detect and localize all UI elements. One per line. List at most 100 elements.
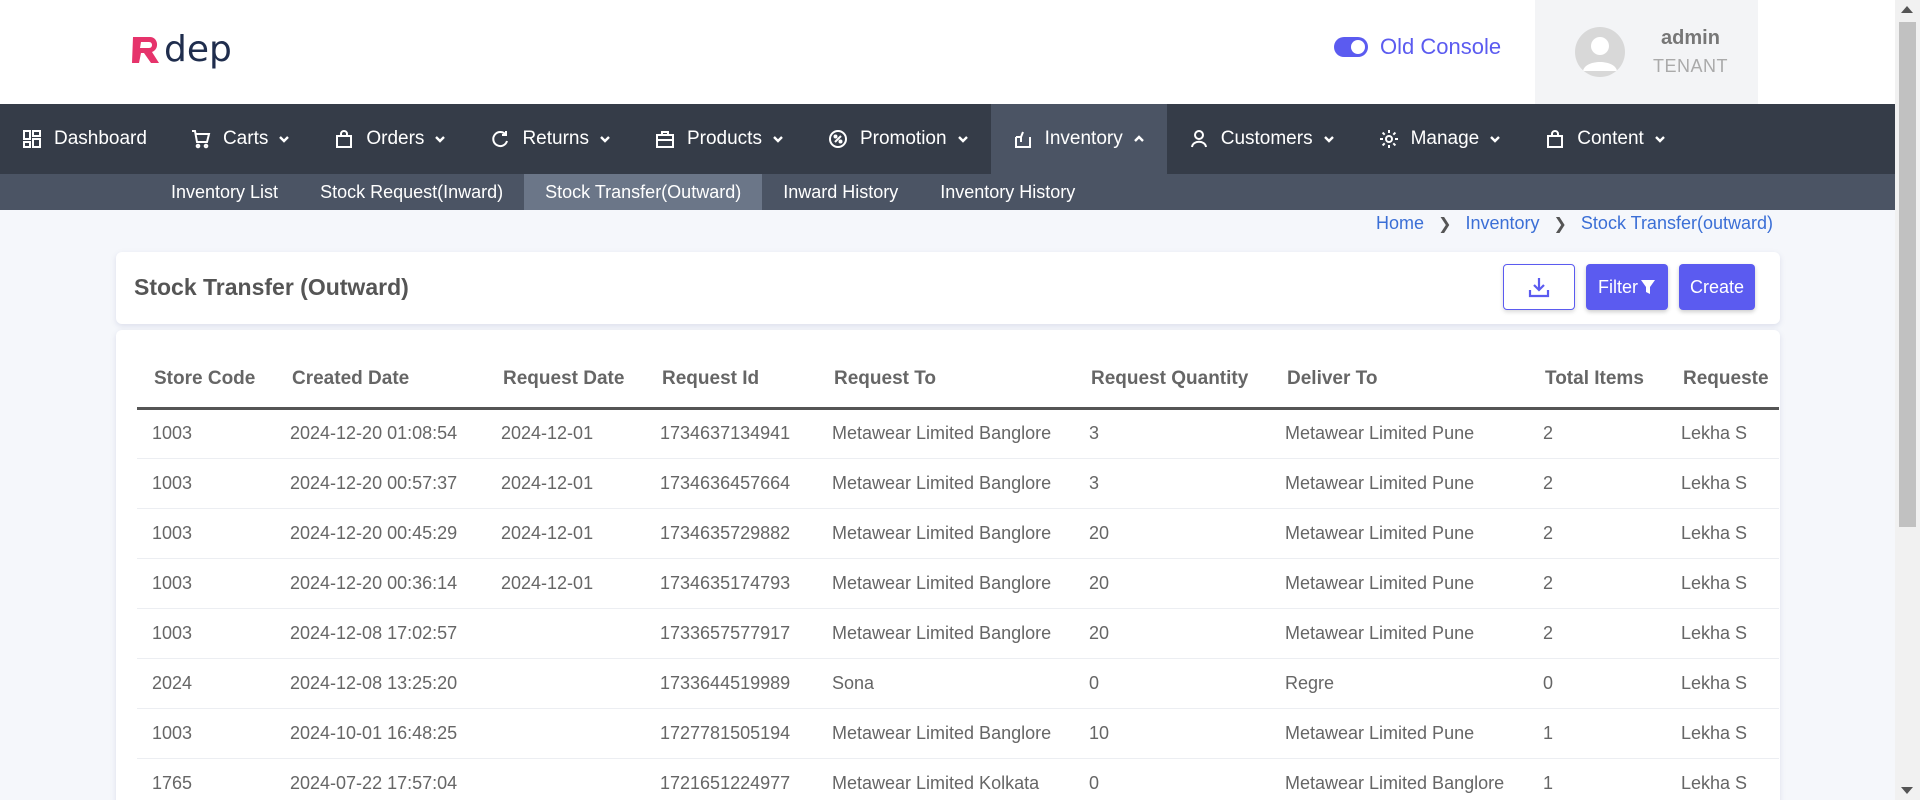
chevron-down-icon [772, 133, 784, 145]
table-cell: 2024-12-20 00:36:14 [275, 558, 486, 609]
breadcrumb-home[interactable]: Home [1376, 213, 1424, 234]
nav-item-inventory[interactable]: Inventory [990, 104, 1167, 174]
stock-transfer-table: Store Code Created Date Request Date Reques… [137, 352, 1779, 800]
subnav-stock-request[interactable]: Stock Request(Inward) [299, 174, 524, 210]
scroll-up-arrow-icon[interactable] [1901, 6, 1913, 13]
top-header: dep Old Console admin TENANT [0, 0, 1895, 104]
table-cell: Metawear Limited Banglore [817, 708, 1074, 759]
nav-item-customers[interactable]: Customers [1167, 104, 1357, 174]
subnav-inventory-history[interactable]: Inventory History [919, 174, 1096, 210]
scroll-thumb[interactable] [1899, 22, 1916, 527]
column-header[interactable]: Request To [817, 352, 1074, 410]
table-cell: 2024-12-01 [486, 508, 645, 559]
table-cell: 2 [1528, 458, 1666, 509]
nav-label: Orders [366, 128, 425, 149]
table-cell: 1721651224977 [645, 758, 817, 800]
scroll-down-arrow-icon[interactable] [1901, 787, 1913, 794]
chevron-right-icon: ❯ [1553, 215, 1567, 233]
table-card: Store Code Created Date Request Date Reques… [116, 330, 1780, 800]
chevron-down-icon [957, 133, 969, 145]
table-cell: 2 [1528, 508, 1666, 559]
table-cell: Lekha S [1666, 708, 1779, 759]
column-header[interactable]: Requeste [1666, 352, 1779, 410]
table-row[interactable]: 2024 2024-12-08 13:25:20 1733644519989 Sona… [137, 658, 1779, 709]
chevron-down-icon [278, 133, 290, 145]
table-row[interactable]: 1003 2024-12-20 00:57:37 2024-12-01 1734636… [137, 458, 1779, 509]
table-cell [486, 658, 645, 709]
subnav-stock-transfer[interactable]: Stock Transfer(Outward) [524, 174, 763, 210]
breadcrumb: Home ❯ Inventory ❯ Stock Transfer(outwar… [1376, 213, 1773, 234]
avatar-icon [1575, 27, 1625, 77]
nav-item-manage[interactable]: Manage [1357, 104, 1524, 174]
table-cell: Metawear Limited Banglore [817, 458, 1074, 509]
table-row[interactable]: 1003 2024-12-08 17:02:57 1733657577917 Meta… [137, 608, 1779, 659]
subnav-inventory-list[interactable]: Inventory List [150, 174, 299, 210]
column-header[interactable]: Created Date [275, 352, 486, 410]
column-header[interactable]: Request Quantity [1074, 352, 1270, 410]
table-cell: 0 [1074, 658, 1270, 709]
nav-item-carts[interactable]: Carts [169, 104, 312, 174]
briefcase-icon [655, 129, 675, 149]
table-cell [486, 758, 645, 800]
nav-item-dashboard[interactable]: Dashboard [0, 104, 169, 174]
table-row[interactable]: 1765 2024-07-22 17:57:04 1721651224977 Meta… [137, 758, 1779, 800]
nav-item-returns[interactable]: Returns [468, 104, 633, 174]
table-cell: Metawear Limited Banglore [817, 608, 1074, 659]
user-info: admin TENANT [1653, 27, 1728, 77]
toggle-switch[interactable] [1334, 37, 1368, 57]
create-button[interactable]: Create [1679, 264, 1755, 310]
logo[interactable]: dep [130, 30, 232, 70]
download-icon [1528, 278, 1550, 298]
table-row[interactable]: 1003 2024-12-20 00:45:29 2024-12-01 1734635… [137, 508, 1779, 559]
filter-button[interactable]: Filter [1586, 264, 1668, 310]
table-cell: 2 [1528, 558, 1666, 609]
page-scrollbar[interactable] [1895, 0, 1920, 800]
table-cell: 2024-12-20 00:57:37 [275, 458, 486, 509]
table-cell: Metawear Limited Pune [1270, 558, 1528, 609]
table-row[interactable]: 1003 2024-12-20 01:08:54 2024-12-01 1734637… [137, 408, 1779, 459]
column-header[interactable]: Store Code [137, 352, 275, 410]
table-cell: Lekha S [1666, 508, 1779, 559]
cart-icon [191, 129, 211, 149]
table-cell: Lekha S [1666, 658, 1779, 709]
nav-item-content[interactable]: Content [1523, 104, 1688, 174]
nav-label: Products [686, 128, 762, 149]
badge-icon [828, 129, 848, 149]
old-console-toggle[interactable]: Old Console [1334, 34, 1501, 60]
user-role: TENANT [1653, 56, 1728, 76]
column-header[interactable]: Deliver To [1270, 352, 1528, 410]
table-cell: 1003 [137, 408, 275, 459]
nav-item-orders[interactable]: Orders [312, 104, 468, 174]
table-cell: 3 [1074, 408, 1270, 459]
table-cell: Metawear Limited Pune [1270, 458, 1528, 509]
box-icon [1013, 129, 1033, 149]
table-cell: 2 [1528, 408, 1666, 459]
subnav-inward-history[interactable]: Inward History [762, 174, 919, 210]
table-cell: 1734636457664 [645, 458, 817, 509]
table-cell: 20 [1074, 558, 1270, 609]
nav-item-promotion[interactable]: Promotion [806, 104, 991, 174]
toggle-label: Old Console [1380, 34, 1502, 59]
breadcrumb-inventory[interactable]: Inventory [1465, 213, 1539, 234]
table-cell: 2024-12-01 [486, 408, 645, 459]
breadcrumb-current[interactable]: Stock Transfer(outward) [1581, 213, 1773, 234]
table-cell: 1003 [137, 708, 275, 759]
download-button[interactable] [1503, 264, 1575, 310]
chevron-right-icon: ❯ [1438, 215, 1452, 233]
column-header[interactable]: Total Items [1528, 352, 1666, 410]
column-header[interactable]: Request Date [486, 352, 645, 410]
main-nav: Dashboard Carts Orders Returns Products … [0, 104, 1895, 174]
table-cell: 2024-12-08 13:25:20 [275, 658, 486, 709]
table-cell [486, 608, 645, 659]
table-cell: Lekha S [1666, 608, 1779, 659]
table-cell: Metawear Limited Pune [1270, 408, 1528, 459]
column-header[interactable]: Request Id [645, 352, 817, 410]
user-menu[interactable]: admin TENANT [1535, 0, 1758, 104]
nav-item-products[interactable]: Products [633, 104, 806, 174]
table-row[interactable]: 1003 2024-10-01 16:48:25 1727781505194 Meta… [137, 708, 1779, 759]
table-row[interactable]: 1003 2024-12-20 00:36:14 2024-12-01 1734635… [137, 558, 1779, 609]
table-cell: 20 [1074, 608, 1270, 659]
chevron-down-icon [1323, 133, 1335, 145]
table-cell: Regre [1270, 658, 1528, 709]
table-cell: Lekha S [1666, 558, 1779, 609]
